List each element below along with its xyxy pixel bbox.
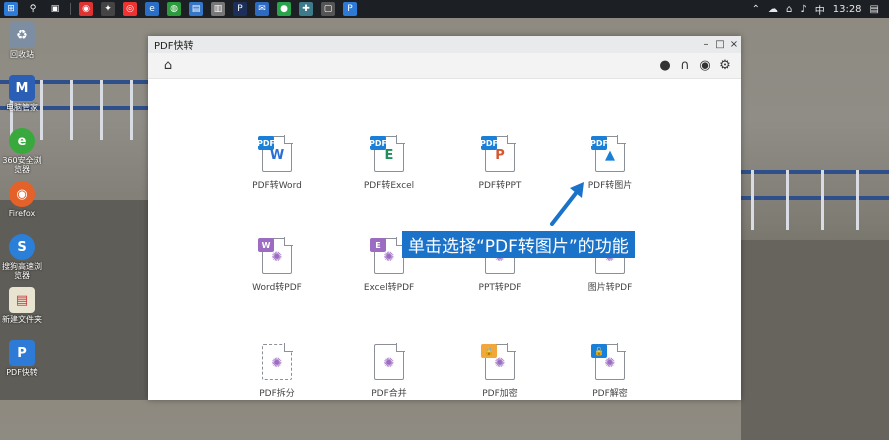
ps-icon[interactable]: P — [233, 2, 247, 16]
photo-icon[interactable]: ▥ — [211, 2, 225, 16]
sogou-icon: S — [9, 234, 35, 260]
pdf-to-excel-icon: PDF E — [369, 135, 405, 172]
tile-pdf-to-word[interactable]: PDF W PDF转Word — [237, 135, 317, 191]
firefox-icon: ◉ — [9, 181, 35, 207]
desktop-item-recycle-bin[interactable]: ♻ 回收站 — [0, 18, 44, 71]
tile-pdf-decrypt[interactable]: 🔓 ✺ PDF解密 — [570, 343, 650, 399]
close-button[interactable]: × — [727, 39, 741, 50]
tile-label: Excel转PDF — [363, 283, 415, 293]
instruction-callout: 单击选择“PDF转图片”的功能 — [402, 231, 635, 258]
user-icon[interactable]: ◉ — [697, 58, 713, 74]
pdf-app-window: PDF快转 – □ × ⌂ ● ∩ ◉ ⚙ PDF W PDF转Word PDF E… — [148, 36, 741, 400]
pdf-to-ppt-icon: PDF P — [480, 135, 516, 172]
chevron-up-icon[interactable]: ⌃ — [752, 4, 760, 15]
chat-icon[interactable]: ● — [657, 58, 673, 74]
clock[interactable]: 13:28 — [833, 4, 862, 15]
network-icon[interactable]: ⌂ — [786, 4, 792, 15]
home-icon[interactable]: ⌂ — [160, 58, 176, 74]
word-to-pdf-icon: W ✺ — [258, 237, 293, 274]
browser-icon[interactable]: ◉ — [79, 2, 93, 16]
tile-label: PDF转Word — [252, 181, 302, 191]
headset-icon[interactable]: ∩ — [677, 58, 693, 74]
notification-icon[interactable]: ▤ — [870, 4, 879, 15]
edge-icon[interactable]: e — [145, 2, 159, 16]
background-railing-right — [741, 170, 889, 230]
wechat-icon[interactable]: ● — [277, 2, 291, 16]
tile-pdf-to-ppt[interactable]: PDF P PDF转PPT — [460, 135, 540, 191]
app-icon[interactable]: ◎ — [123, 2, 137, 16]
browser-360-icon: e — [9, 128, 35, 154]
maximize-button[interactable]: □ — [713, 39, 727, 50]
desktop-icon[interactable]: ▢ — [321, 2, 335, 16]
tile-label: PDF转Excel — [363, 181, 415, 191]
desktop-item-label: 360安全浏览器 — [2, 156, 42, 174]
folder-icon: ▤ — [9, 287, 35, 313]
window-toolbar: ⌂ ● ∩ ◉ ⚙ — [148, 53, 741, 79]
task-view-icon[interactable]: ▣ — [48, 2, 62, 16]
desktop-item-label: PDF快转 — [6, 368, 38, 377]
cloud-icon[interactable]: ☁ — [768, 4, 778, 15]
pdf-merge-icon: ✺ — [374, 343, 405, 380]
volume-icon[interactable]: ♪ — [800, 4, 806, 15]
gear-icon[interactable]: ⚙ — [717, 58, 733, 74]
desktop-icon-column: ♻ 回收站 M 电脑管家 e 360安全浏览器 ◉ Firefox S 搜狗高速… — [0, 18, 44, 389]
recycle-bin-icon: ♻ — [9, 22, 35, 48]
excel-to-pdf-icon: E ✺ — [370, 237, 405, 274]
chrome-icon[interactable]: ◍ — [167, 2, 181, 16]
windows-start-icon[interactable]: ⊞ — [4, 2, 18, 16]
tile-label: PDF拆分 — [259, 389, 295, 399]
pdf-split-icon: ✺ — [262, 343, 293, 380]
pdf-to-image-icon: PDF ▲ — [590, 135, 626, 172]
tile-label: PDF转PPT — [478, 181, 522, 191]
tile-pdf-split[interactable]: ✺ PDF拆分 — [237, 343, 317, 399]
app2-icon[interactable]: ✚ — [299, 2, 313, 16]
tile-pdf-encrypt[interactable]: 🔒 ✺ PDF加密 — [460, 343, 540, 399]
desktop-item-360-browser[interactable]: e 360安全浏览器 — [0, 124, 44, 177]
tile-label: 图片转PDF — [587, 283, 633, 293]
tile-label: PDF合并 — [371, 389, 407, 399]
desktop-item-pdf-kuaizhuan[interactable]: P PDF快转 — [0, 336, 44, 389]
qq-icon[interactable]: ✦ — [101, 2, 115, 16]
pdf-to-word-icon: PDF W — [257, 135, 293, 172]
taskbar: ⊞ ⚲ ▣ ◉ ✦ ◎ e ◍ ▤ ▥ P ✉ ● ✚ ▢ P ⌃ ☁ ⌂ ♪ … — [0, 0, 889, 18]
tile-label: PDF加密 — [482, 389, 518, 399]
store-icon[interactable]: ▤ — [189, 2, 203, 16]
desktop-item-label: Firefox — [8, 209, 36, 218]
search-icon[interactable]: ⚲ — [26, 2, 40, 16]
tile-word-to-pdf[interactable]: W ✺ Word转PDF — [237, 237, 317, 293]
tile-pdf-to-excel[interactable]: PDF E PDF转Excel — [349, 135, 429, 191]
desktop-item-label: 回收站 — [10, 50, 34, 59]
pdf-encrypt-icon: 🔒 ✺ — [481, 343, 516, 380]
tile-pdf-merge[interactable]: ✺ PDF合并 — [349, 343, 429, 399]
pdf-decrypt-icon: 🔓 ✺ — [591, 343, 626, 380]
system-tray: ⌃ ☁ ⌂ ♪ 中 13:28 ▤ — [748, 2, 889, 17]
desktop-item-label: 搜狗高速浏览器 — [2, 262, 42, 280]
tile-label: PPT转PDF — [478, 283, 522, 293]
ime-indicator[interactable]: 中 — [815, 2, 825, 17]
desktop-item-label: 电脑管家 — [6, 103, 38, 112]
desktop-item-new-folder[interactable]: ▤ 新建文件夹 — [0, 283, 44, 336]
desktop-item-sogou[interactable]: S 搜狗高速浏览器 — [0, 230, 44, 283]
desktop-item-firefox[interactable]: ◉ Firefox — [0, 177, 44, 230]
background-road-right — [741, 240, 889, 440]
desktop-item-pc-manager[interactable]: M 电脑管家 — [0, 71, 44, 124]
pdf-icon[interactable]: P — [343, 2, 357, 16]
taskbar-separator — [70, 3, 71, 15]
desktop-item-label: 新建文件夹 — [2, 315, 42, 324]
tile-label: PDF解密 — [592, 389, 628, 399]
pdf-kuaizhuan-icon: P — [9, 340, 35, 366]
mail-icon[interactable]: ✉ — [255, 2, 269, 16]
pointer-arrow-icon — [550, 182, 584, 226]
window-titlebar[interactable]: PDF快转 – □ × — [148, 36, 741, 53]
pc-manager-icon: M — [9, 75, 35, 101]
tile-label: Word转PDF — [252, 283, 302, 293]
minimize-button[interactable]: – — [699, 39, 713, 50]
window-title: PDF快转 — [154, 41, 194, 52]
